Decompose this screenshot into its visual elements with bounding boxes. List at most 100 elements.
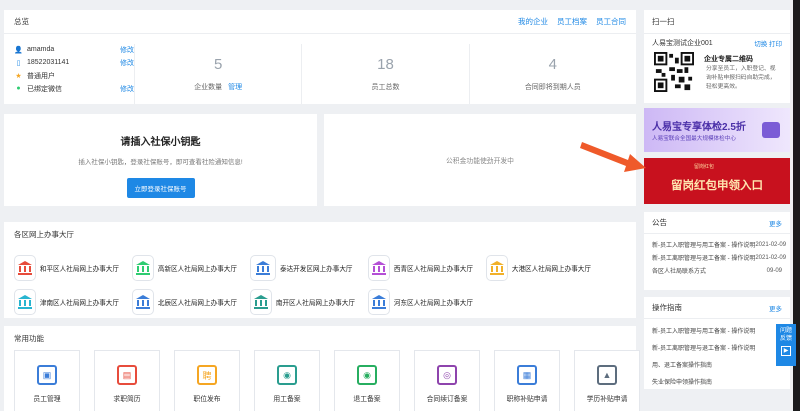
user-icon: 👤	[14, 46, 23, 54]
edit-wechat-link[interactable]: 修改	[120, 84, 134, 94]
overview-body: 👤 amamda 修改 ▯ 18522031141 修改 ★ 普通用户 ● 已绑…	[4, 34, 636, 114]
qr-desc: 分享至员工，入职登记、视询补贴申报扫码自助完成，轻松更高效。	[706, 66, 776, 90]
function-label: 员工管理	[33, 396, 61, 403]
hall-item[interactable]: 西青区人社局网上办事大厅	[368, 254, 473, 282]
halls-header: 各区网上办事大厅	[4, 222, 636, 246]
key-desc: 插入社保小钥匙，登录社保账号，即可查看社险通知信息!	[78, 159, 243, 166]
guide-more-link[interactable]: 更多	[769, 303, 782, 313]
announcements-more-link[interactable]: 更多	[769, 218, 782, 228]
manage-link[interactable]: 管理	[228, 84, 242, 91]
hall-label: 西青区人社局网上办事大厅	[393, 266, 473, 273]
announcement-date: 2021-02-09	[755, 254, 787, 261]
hall-label: 大港区人社局网上办事大厅	[511, 266, 591, 273]
announcement-date: 2021-02-09	[755, 241, 787, 248]
user-phone-row: ▯ 18522031141 修改	[14, 56, 134, 69]
my-company-link[interactable]: 我的企业	[518, 16, 548, 27]
hall-item[interactable]: 泰达开发区网上办事大厅	[250, 254, 355, 282]
hall-item[interactable]: 北辰区人社局网上办事大厅	[132, 288, 237, 316]
page: 总览 我的企业 员工档案 员工合同 👤 amamda 修改 ▯ 18522031…	[0, 0, 793, 411]
government-building-icon	[250, 289, 272, 315]
stat-employees: 18 员工总数	[301, 44, 468, 104]
function-label: 合同续订备案	[426, 396, 468, 403]
hall-item[interactable]: 南开区人社局网上办事大厅	[250, 288, 355, 316]
function-tile[interactable]: ▲ 学历补贴申请	[574, 350, 640, 411]
checkup-banner[interactable]: 人易宝专享体检2.5折 人易宝联合全国最大规模体检中心	[644, 108, 790, 152]
qr-title: 企业专属二维码	[704, 56, 753, 63]
scan-actions[interactable]: 切换 打印	[754, 38, 782, 48]
hall-label: 河东区人社局网上办事大厅	[393, 300, 473, 307]
announcement-item[interactable]: 新-员工离职管理与退工备案 - 操作说明 2021-02-09	[644, 251, 790, 264]
function-tile[interactable]: ▦ 职称补贴申请	[494, 350, 560, 411]
function-tile[interactable]: ▣ 员工管理	[14, 350, 80, 411]
government-building-icon	[368, 289, 390, 315]
announcements-title: 公告	[652, 218, 667, 227]
hall-item[interactable]: 津南区人社局网上办事大厅	[14, 288, 119, 316]
stat-value: 18	[377, 56, 394, 73]
announcements-header: 公告 更多	[644, 212, 790, 234]
user-role-row: ★ 普通用户	[14, 69, 134, 82]
banner-title: 留岗红包申领入口	[671, 180, 763, 192]
stat-label: 合同即将到期人员	[524, 84, 581, 91]
employee-contracts-link[interactable]: 员工合同	[596, 16, 626, 27]
feedback-line1: 问题	[779, 328, 792, 334]
function-icon: ▲	[597, 365, 617, 385]
employee-records-link[interactable]: 员工档案	[557, 16, 587, 27]
guide-list: 新-员工入职管理与用工备案 - 操作说明 新-员工离职管理与退工备案 - 操作说明…	[644, 319, 790, 390]
functions-card: 常用功能 ▣ 员工管理 ▤ 求职简历 聘职位发布 ◉ 用工备案 ◉ 退工备案 ◎ 合同续订备案 ▦ 职称…	[4, 326, 640, 411]
edit-phone-link[interactable]: 修改	[120, 58, 134, 68]
announcement-text: 新-员工入职管理与用工备案 - 操作说明	[652, 243, 756, 249]
scan-company: 人易宝测试企业001	[652, 40, 713, 47]
announcement-text: 新-员工离职管理与退工备案 - 操作说明	[652, 256, 756, 262]
hall-item[interactable]: 和平区人社局网上办事大厅	[14, 254, 119, 282]
function-label: 学历补贴申请	[586, 396, 628, 403]
function-tile[interactable]: ◎ 合同续订备案	[414, 350, 480, 411]
user-info: 👤 amamda 修改 ▯ 18522031141 修改 ★ 普通用户 ● 已绑…	[4, 34, 134, 114]
guide-item[interactable]: 新-员工入职管理与用工备案 - 操作说明	[644, 322, 790, 339]
hall-label: 津南区人社局网上办事大厅	[39, 300, 119, 307]
function-icon: ▣	[37, 365, 57, 385]
function-tile[interactable]: ◉ 退工备案	[334, 350, 400, 411]
function-icon: ◉	[357, 365, 377, 385]
login-social-button[interactable]: 立即登录社保账号	[126, 178, 195, 198]
guide-item[interactable]: 失业保险申领操作指南	[644, 373, 790, 390]
stat-label: 员工总数	[371, 84, 400, 91]
feedback-tab[interactable]: 问题 反馈 ▶	[776, 324, 796, 366]
announcement-date: 09-09	[766, 267, 782, 274]
government-building-icon	[368, 255, 390, 281]
feedback-line2: 反馈	[779, 336, 792, 342]
halls-card: 各区网上办事大厅 和平区人社局网上办事大厅 高新区人社局网上办事大厅 泰达开发区网上…	[4, 222, 636, 318]
function-tile[interactable]: ◉ 用工备案	[254, 350, 320, 411]
user-wechat: 已绑定微信	[27, 85, 62, 93]
redpacket-banner[interactable]: 留岗红包 留岗红包申领入口	[644, 158, 790, 204]
function-tile[interactable]: ▤ 求职简历	[94, 350, 160, 411]
announcement-text: 各区人社局联系方式	[652, 269, 707, 275]
edit-name-link[interactable]: 修改	[120, 45, 134, 55]
stat-expiring-contracts: 4 合同即将到期人员	[468, 44, 636, 104]
fund-text: 公积金功能使劲开发中	[446, 158, 514, 165]
functions-title: 常用功能	[14, 333, 44, 343]
overview-header: 总览 我的企业 员工档案 员工合同	[4, 10, 636, 34]
function-icon: ▦	[517, 365, 537, 385]
announcements-list: 新-员工入职管理与用工备案 - 操作说明 2021-02-09 新-员工离职管理与退…	[644, 234, 790, 277]
banner-title: 人易宝专享体检2.5折	[652, 122, 746, 133]
user-wechat-row: ● 已绑定微信 修改	[14, 82, 134, 95]
hall-item[interactable]: 河东区人社局网上办事大厅	[368, 288, 473, 316]
function-icon: ◎	[437, 365, 457, 385]
qr-code-icon	[654, 52, 694, 92]
user-name: amamda	[27, 46, 55, 53]
guide-item[interactable]: 新-员工离职管理与退工备案 - 操作说明	[644, 339, 790, 356]
hall-label: 南开区人社局网上办事大厅	[275, 300, 355, 307]
hall-item[interactable]: 高新区人社局网上办事大厅	[132, 254, 237, 282]
announcement-item[interactable]: 新-员工入职管理与用工备案 - 操作说明 2021-02-09	[644, 238, 790, 251]
function-icon: 聘	[197, 365, 217, 385]
hall-item[interactable]: 大港区人社局网上办事大厅	[486, 254, 591, 282]
overview-title: 总览	[14, 17, 29, 26]
function-icon: ▤	[117, 365, 137, 385]
announcement-item[interactable]: 各区人社局联系方式 09-09	[644, 264, 790, 277]
function-tile[interactable]: 聘职位发布	[174, 350, 240, 411]
user-role: 普通用户	[27, 72, 55, 80]
wechat-icon: ●	[16, 85, 21, 92]
hall-label: 和平区人社局网上办事大厅	[39, 266, 119, 273]
guide-item[interactable]: 用、退工备案操作指南	[644, 356, 790, 373]
functions-header: 常用功能	[4, 326, 636, 350]
